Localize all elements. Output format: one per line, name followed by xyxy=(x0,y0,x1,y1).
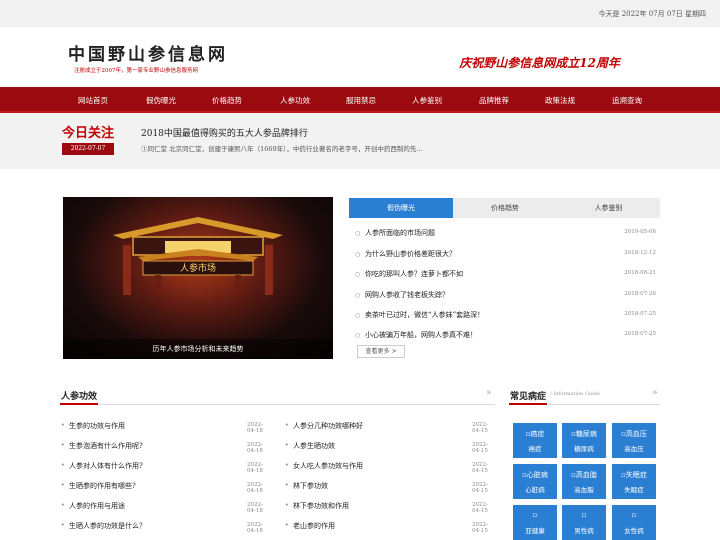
list-item[interactable]: ○ 人参所面临的市场问题 2019-05-06 xyxy=(355,228,660,240)
disease-hypertension-button[interactable]: ▫高血压 高血压 xyxy=(612,423,656,458)
section-title-diseases: 常见病症 xyxy=(510,392,547,402)
today-focus: 今日关注 2022-07-07 2018中国最值得购买的五大人参品牌排行 ①同仁… xyxy=(0,113,720,169)
disease-heart-button[interactable]: ▫心脏病 心脏病 xyxy=(513,464,557,499)
list-item[interactable]: • 女人吃人参功效与作用 2022-04-15 xyxy=(285,461,495,474)
nav-home[interactable]: 网站首页 xyxy=(78,95,108,106)
anniversary-slogan: 庆祝野山参信息网成立12周年 xyxy=(459,56,620,70)
tab-fake-exposure[interactable]: 假伪曝光 xyxy=(349,198,453,218)
list-item[interactable]: ○ 小心被骗万年船，网购人参真不难！ 2018-07-25 xyxy=(355,330,660,342)
disease-male-button[interactable]: ▫ 男性病 xyxy=(562,505,606,540)
nav-policy[interactable]: 政策法规 xyxy=(545,95,575,106)
list-item[interactable]: ○ 卖茶叶已过时，微信“人参妹”套路深！ 2018-07-25 xyxy=(355,310,660,322)
section-more-arrow-icon[interactable]: » xyxy=(652,388,658,398)
broken-image-icon: ▫高血压 xyxy=(621,430,647,438)
section-underline xyxy=(60,403,98,405)
broken-image-icon: ▫心脏病 xyxy=(522,471,548,479)
list-item[interactable]: • 人参对人体有什么作用? 2022-04-18 xyxy=(61,461,271,474)
broken-image-icon: ▫高血脂 xyxy=(571,471,597,479)
today-summary: ①同仁堂 北京同仁堂，创建于康熙八年（1669年），中药行业著名的老字号，开创中… xyxy=(141,145,423,153)
nav-brands[interactable]: 品牌推荐 xyxy=(479,95,509,106)
site-logo[interactable]: 中国野山参信息网 注册成立于2007年，第一家专业野山参信息服务网 xyxy=(60,38,230,78)
list-item[interactable]: • 林下参功效 2022-04-15 xyxy=(285,481,495,494)
current-date: 今天是 2022年 07月 07日 星期四 xyxy=(598,10,706,18)
list-item[interactable]: • 人参的作用与用途 2022-04-18 xyxy=(61,501,271,514)
nav-efficacy[interactable]: 人参功效 xyxy=(280,95,310,106)
broken-image-icon: ▫ xyxy=(532,511,538,519)
nav-price-trend[interactable]: 价格趋势 xyxy=(212,95,242,106)
list-item[interactable]: ○ 你吃的那叫人参？连萝卜都不如 2018-08-21 xyxy=(355,269,660,281)
section-underline xyxy=(509,403,547,405)
photo-caption: 历年人参市场分析和未来趋势 xyxy=(63,339,333,359)
nav-fake-exposure[interactable]: 假伪曝光 xyxy=(146,95,176,106)
archway-illustration: 人参市场 xyxy=(113,217,283,295)
list-item[interactable]: • 生晒人参的功效是什么？ 2022-04-18 xyxy=(61,521,271,534)
disease-female-button[interactable]: ▫ 女性病 xyxy=(612,505,656,540)
news-tabs: 假伪曝光 价格趋势 人参鉴别 xyxy=(349,198,660,218)
disease-diabetes-button[interactable]: ▫糖尿病 糖尿病 xyxy=(562,423,606,458)
disease-cancer-button[interactable]: ▫癌症 癌症 xyxy=(513,423,557,458)
top-bar: 今天是 2022年 07月 07日 星期四 xyxy=(0,0,720,27)
today-date-badge: 2022-07-07 xyxy=(62,143,114,155)
disease-subhealth-button[interactable]: ▫ 亚健康 xyxy=(513,505,557,540)
nav-trace[interactable]: 追溯查询 xyxy=(612,95,642,106)
list-item[interactable]: • 生晒参的作用有哪些? 2022-04-18 xyxy=(61,481,271,494)
list-item[interactable]: • 生参的功效与作用 2022-04-18 xyxy=(61,421,271,434)
logo-tagline: 注册成立于2007年，第一家专业野山参信息服务网 xyxy=(74,68,198,74)
list-item[interactable]: • 老山参的作用 2022-04-15 xyxy=(285,521,495,534)
list-item[interactable]: ○ 为什么野山参价格差距很大？ 2018-12-12 xyxy=(355,249,660,261)
list-item[interactable]: ○ 网购人参收了钱老板失踪？ 2018-07-26 xyxy=(355,290,660,302)
list-item[interactable]: • 生参泡酒有什么作用呢? 2022-04-18 xyxy=(61,441,271,454)
tab-price-trend[interactable]: 价格趋势 xyxy=(453,198,557,218)
list-item[interactable]: • 人参生晒功效 2022-04-15 xyxy=(285,441,495,454)
section-title-efficacy: 人参功效 xyxy=(61,392,98,402)
section-more-arrow-icon[interactable]: » xyxy=(486,388,492,398)
logo-text: 中国野山参信息网 xyxy=(68,45,228,65)
broken-image-icon: ▫糖尿病 xyxy=(571,430,597,438)
disease-hyperlipidemia-button[interactable]: ▫高血脂 高血脂 xyxy=(562,464,606,499)
broken-image-icon: ▫癌症 xyxy=(525,430,545,438)
broken-image-icon: ▫ xyxy=(631,511,637,519)
disease-insomnia-button[interactable]: ▫失眠症 失眠症 xyxy=(612,464,656,499)
archway-sign: 人参市场 xyxy=(180,262,216,274)
today-headline[interactable]: 2018中国最值得购买的五大人参品牌排行 xyxy=(141,126,308,139)
section-subtitle: / Information Guide xyxy=(550,391,600,397)
tab-identify[interactable]: 人参鉴别 xyxy=(557,198,660,218)
list-item[interactable]: • 人参分几种功效哪种好 2022-04-15 xyxy=(285,421,495,434)
nav-identify[interactable]: 人参鉴别 xyxy=(412,95,442,106)
featured-photo[interactable]: 人参市场 历年人参市场分析和未来趋势 xyxy=(63,197,333,359)
today-title: 今日关注 xyxy=(62,126,115,141)
list-item[interactable]: • 林下参功效和作用 2022-04-15 xyxy=(285,501,495,514)
nav-taboo[interactable]: 服用禁忌 xyxy=(346,95,376,106)
broken-image-icon: ▫失眠症 xyxy=(621,471,647,479)
main-nav: 网站首页 假伪曝光 价格趋势 人参功效 服用禁忌 人参鉴别 品牌推荐 政策法规 … xyxy=(0,87,720,113)
broken-image-icon: ▫ xyxy=(581,511,587,519)
section-divider xyxy=(60,404,495,405)
view-more-button[interactable]: 查看更多 > xyxy=(357,345,405,358)
